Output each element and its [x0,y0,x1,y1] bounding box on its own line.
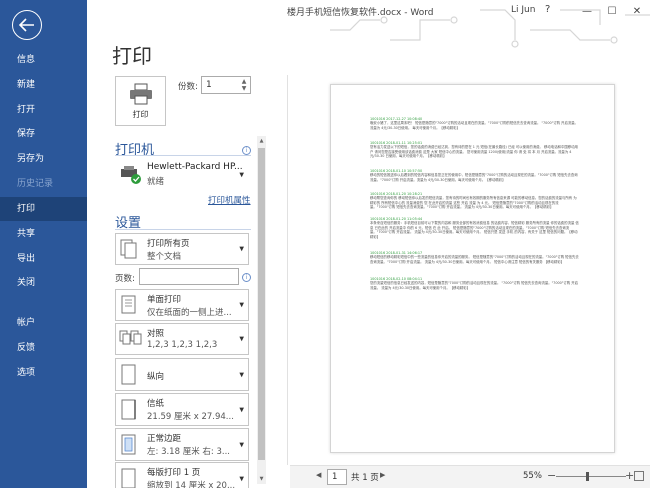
chevron-down-icon: ▼ [239,371,244,378]
preview-entry: 1001016 2018-01-20 11:05:44 本条来自短信的服务：手机… [370,217,579,239]
settings-scrollbar[interactable]: ▲ ▼ [257,136,266,484]
nav-item-share[interactable]: 共享 [0,222,87,246]
scrollbar-thumb[interactable] [258,148,265,460]
print-range-sub: 整个文档 [147,252,182,262]
scroll-up-icon[interactable]: ▲ [257,136,266,146]
sides-sub: 仅在纸面的一侧上进... [147,308,232,318]
orientation-dropdown[interactable]: 纵向 ▼ [115,358,249,391]
portrait-icon [119,363,139,390]
print-button-label: 打印 [132,109,149,119]
paper-size-label: 信纸 [147,399,165,409]
chevron-down-icon: ▼ [239,171,244,178]
pages-label: 页数: [115,274,135,284]
scroll-down-icon[interactable]: ▼ [257,474,266,484]
copies-input[interactable]: 1 ▲ ▼ [201,76,251,94]
nav-item-close[interactable]: 关闭 [0,271,87,295]
nav-item-history: 历史记录 [17,179,54,189]
page-number-input[interactable]: 1 [327,469,347,485]
chevron-down-icon: ▼ [239,245,244,253]
collate-icon [119,328,143,353]
print-button[interactable]: 打印 [115,76,166,126]
collate-dropdown[interactable]: 对照 1,2,3 1,2,3 1,2,3 ▼ [115,323,249,355]
chevron-down-icon: ▼ [239,475,244,482]
margins-dropdown[interactable]: 正常边距 左: 3.18 厘米 右: 3... ▼ [115,428,249,461]
paper-size-dropdown[interactable]: 信纸 21.59 厘米 x 27.94... ▼ [115,393,249,426]
print-range-label: 打印所有页 [147,239,190,249]
zoom-to-page-icon[interactable] [634,471,644,481]
nav-item-print[interactable]: 打印 [0,197,87,221]
nav-item-info[interactable]: 信息 [0,48,87,72]
zoom-slider[interactable] [556,476,626,477]
preview-entry: 1001016 2018-02-10 08:04:11 您的流量短信的信息已经发… [370,277,579,290]
nav-item-account[interactable]: 帐户 [0,311,87,335]
page-count: 共 1 页 [351,473,379,483]
nav-item-save-as[interactable]: 另存为 [0,147,87,171]
collate-label: 对照 [147,329,165,339]
printer-status: 就绪 [147,177,165,187]
info-icon[interactable]: i [242,146,251,155]
print-preview-page: 1001016 2017-12-27 10:08:40 晚安小猪了，这里这周末吧… [330,84,615,453]
printer-dropdown[interactable]: Hewlett-Packard HP... 就绪 ▼ [115,158,249,191]
chevron-down-icon: ▼ [239,441,244,448]
page-title: 打印 [112,44,152,68]
preview-entry: 1001016 2017-12-27 10:08:40 晚安小猪了，这里这周末吧… [370,117,579,130]
preview-status-bar: ◀ 1 共 1 页 ▶ 55% − + [290,465,650,488]
preview-entry: 1001016 2018-01-20 10:28:21 移动帮您查询你的 移动短… [370,192,577,210]
next-page-icon[interactable]: ▶ [380,471,385,479]
one-sided-icon [119,294,139,319]
preview-entry: 1001016 2018-01-31 14:06:17 移动短信的移动精彩短信中… [370,251,579,264]
pages-per-sheet-dropdown[interactable]: 每版打印 1 页 缩放到 14 厘米 x 20... ▼ [115,462,249,488]
chevron-down-icon: ▼ [239,335,244,343]
margins-icon [119,433,139,460]
preview-entry: 1001016 2018-01-11 10:25:01 您有活力发送以下的短信，… [370,141,578,159]
printer-ready-icon [119,163,143,188]
panel-divider [287,75,288,465]
margins-sub: 左: 3.18 厘米 右: 3... [147,447,230,457]
previous-page-icon[interactable]: ◀ [316,471,321,479]
nav-item-save[interactable]: 保存 [0,122,87,146]
printer-icon [129,83,152,104]
chevron-down-icon: ▼ [239,301,244,309]
printer-properties-link[interactable]: 打印机属性 [208,194,251,206]
copies-label: 份数: [178,82,198,92]
orientation-label: 纵向 [147,372,165,382]
paper-size-sub: 21.59 厘米 x 27.94... [147,412,234,422]
nav-item-export[interactable]: 导出 [0,247,87,271]
section-divider [115,155,251,156]
circuit-decoration [330,9,650,48]
sides-dropdown[interactable]: 单面打印 仅在纸面的一侧上进... ▼ [115,289,249,321]
sides-label: 单面打印 [147,295,182,305]
print-range-dropdown[interactable]: 打印所有页 整个文档 ▼ [115,233,249,265]
back-arrow-icon[interactable] [12,10,42,40]
pages-icon [119,238,139,263]
chevron-down-icon: ▼ [239,406,244,413]
info-icon[interactable]: i [242,273,251,282]
zoom-level[interactable]: 55% [523,471,542,481]
copies-increment[interactable]: ▲ [240,78,248,85]
nav-item-feedback[interactable]: 反馈 [0,336,87,360]
zoom-out-button[interactable]: − [547,469,556,482]
pages-per-sheet-label: 每版打印 1 页 [147,468,201,478]
nav-item-new[interactable]: 新建 [0,73,87,97]
pages-per-sheet-icon [119,467,139,488]
pages-input[interactable] [139,268,239,285]
backstage-nav: 信息 新建 打开 保存 另存为 历史记录 打印 共享 导出 关闭 帐户 反馈 选… [0,0,87,488]
section-divider [115,229,251,230]
collate-sub: 1,2,3 1,2,3 1,2,3 [147,340,218,350]
zoom-slider-thumb[interactable] [586,472,589,481]
paper-icon [119,398,139,425]
printer-name: Hewlett-Packard HP... [147,162,243,172]
zoom-in-button[interactable]: + [625,469,634,482]
copies-value: 1 [206,80,212,90]
margins-label: 正常边距 [147,434,182,444]
pages-per-sheet-sub: 缩放到 14 厘米 x 20... [147,481,236,488]
nav-item-open[interactable]: 打开 [0,98,87,122]
preview-entry: 1001016 2018-01-10 10:57:50 移动的短信推送你以后看到… [370,169,578,182]
nav-item-options[interactable]: 选项 [0,361,87,385]
copies-decrement[interactable]: ▼ [240,85,248,92]
